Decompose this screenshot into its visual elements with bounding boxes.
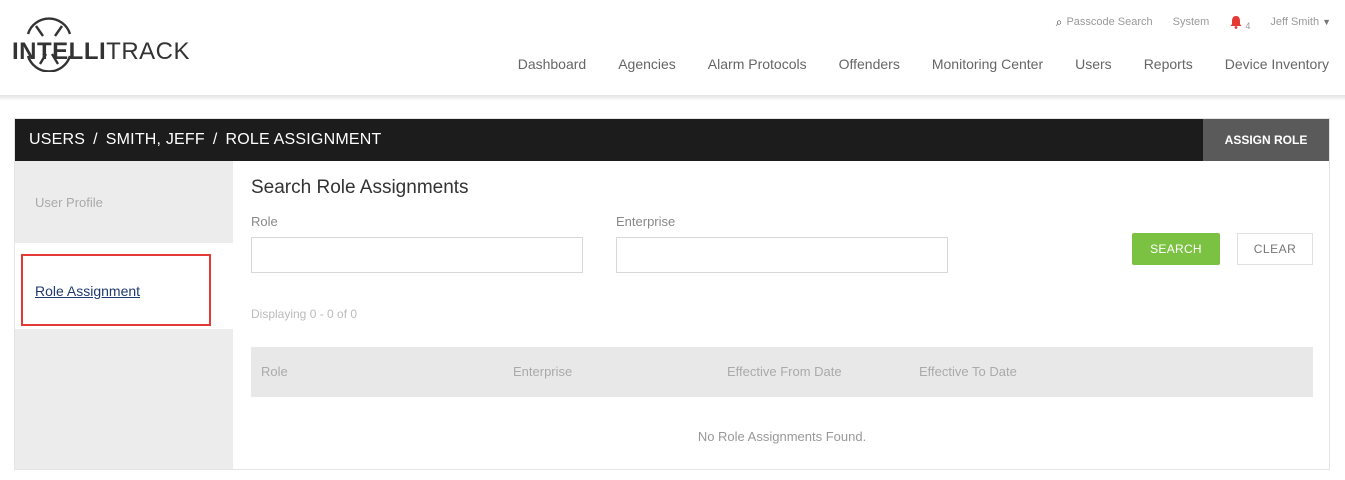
sidebar: User Profile Role Assignment [15,161,233,469]
sidebar-item-user-profile[interactable]: User Profile [15,161,233,245]
nav-agencies[interactable]: Agencies [618,56,676,72]
logo-text-light: TRACK [106,38,190,65]
search-button[interactable]: SEARCH [1132,233,1220,265]
user-menu[interactable]: Jeff Smith ▼ [1270,16,1331,28]
top-header: INTELLITRACK ⌕ Passcode Search System 4 … [0,0,1345,95]
page-title: Search Role Assignments [251,177,469,198]
column-header-effective-to[interactable]: Effective To Date [919,364,1017,379]
nav-offenders[interactable]: Offenders [839,56,900,72]
notifications-button[interactable]: 4 [1229,13,1250,31]
sidebar-item-label: Role Assignment [35,283,141,299]
header-shadow [0,95,1345,101]
enterprise-input[interactable] [616,237,948,273]
utility-bar: ⌕ Passcode Search System 4 Jeff Smith ▼ [1036,13,1331,32]
nav-device-inventory[interactable]: Device Inventory [1225,56,1329,72]
search-content: Search Role Assignments Role Enterprise … [233,161,1329,469]
column-header-effective-from[interactable]: Effective From Date [727,364,842,379]
user-name-label: Jeff Smith [1270,16,1320,28]
table-header: Role Enterprise Effective From Date Effe… [251,347,1313,397]
clear-button[interactable]: CLEAR [1237,233,1313,265]
nav-dashboard[interactable]: Dashboard [518,56,587,72]
logo-wordmark: INTELLITRACK [12,38,190,66]
breadcrumb-current: ROLE ASSIGNMENT [225,131,382,148]
breadcrumb-users[interactable]: USERS [29,131,85,149]
breadcrumb: USERS / SMITH, JEFF / ROLE ASSIGNMENT [29,131,381,149]
nav-reports[interactable]: Reports [1144,56,1193,72]
column-header-role[interactable]: Role [261,364,288,379]
nav-users[interactable]: Users [1075,56,1112,72]
column-header-enterprise[interactable]: Enterprise [513,364,572,379]
sidebar-item-label: User Profile [35,195,103,210]
role-label: Role [251,214,278,229]
role-input[interactable] [251,237,583,273]
system-label: System [1172,16,1210,28]
passcode-search-label: Passcode Search [1066,16,1153,28]
nav-alarm-protocols[interactable]: Alarm Protocols [708,56,807,72]
enterprise-label: Enterprise [616,214,676,229]
logo-text-bold: INTELLI [12,38,107,65]
main-nav: Dashboard Agencies Alarm Protocols Offen… [518,56,1329,72]
breadcrumb-separator: / [212,131,218,148]
chevron-down-icon: ▼ [1322,17,1331,27]
breadcrumb-separator: / [93,131,98,148]
nav-monitoring-center[interactable]: Monitoring Center [932,56,1043,72]
search-icon: ⌕ [1055,14,1063,29]
system-menu[interactable]: System [1173,16,1210,28]
assign-role-button[interactable]: ASSIGN ROLE [1203,119,1329,161]
passcode-search-link[interactable]: ⌕ Passcode Search [1056,15,1153,30]
sidebar-item-role-assignment[interactable]: Role Assignment [15,245,233,329]
notification-count-badge: 4 [1245,21,1251,31]
results-count: Displaying 0 - 0 of 0 [251,307,358,321]
bell-icon [1230,16,1242,29]
breadcrumb-user[interactable]: SMITH, JEFF [106,131,205,149]
empty-state-message: No Role Assignments Found. [697,429,867,444]
intellitrack-logo[interactable]: INTELLITRACK [10,12,190,72]
role-assignment-panel: USERS / SMITH, JEFF / ROLE ASSIGNMENT AS… [14,118,1330,470]
title-bar: USERS / SMITH, JEFF / ROLE ASSIGNMENT AS… [15,119,1329,161]
